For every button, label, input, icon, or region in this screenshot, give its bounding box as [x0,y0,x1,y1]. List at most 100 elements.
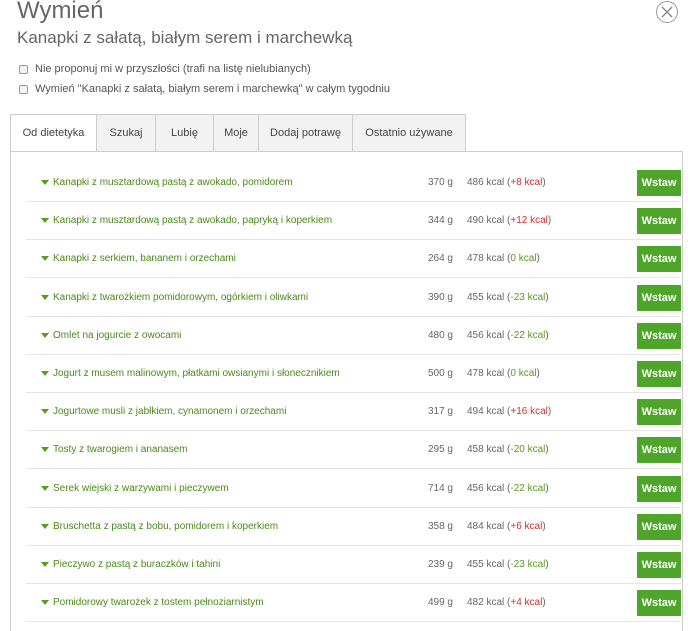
meal-name: Jogurtowe musli z jabłkiem, cynamonem i … [53,406,287,418]
meal-name: Kanapki z serkiem, bananem i orzechami [53,253,236,265]
meal-kcal-value: 478 kcal [467,368,505,379]
option-replace-week-checkbox[interactable] [19,84,28,94]
expand-arrow-icon [41,371,49,376]
list-item: Jogurtowe musli z jabłkiem, cynamonem i … [26,393,681,432]
meal-weight: 239 g [427,559,453,570]
meal-weight: 344 g [427,215,453,227]
meal-name-link[interactable]: Kanapki z musztardową pastą z awokado, p… [41,177,293,188]
insert-button[interactable]: Wstaw [637,284,681,311]
meal-name-link[interactable]: Omlet na jogurcie z owocami [41,330,181,341]
tab-od-dietetyka[interactable]: Od dietetyka [10,114,97,152]
tab-szukaj[interactable]: Szukaj [97,114,156,152]
expand-arrow-icon [41,523,49,529]
meal-name-link[interactable]: Pomidorowy twarożek z tostem pełnoziarni… [41,597,264,608]
meal-kcal: 458 kcal (-20 kcal) [467,444,549,456]
tab-lubie[interactable]: Lubię [156,114,214,152]
list-item: Bruschetta z pastą z bobu, pomidorem i k… [26,508,681,546]
meal-kcal: 455 kcal (-23 kcal) [467,291,549,303]
meal-weight: 370 g [427,177,453,188]
meal-kcal-diff: +6 kcal [510,520,543,532]
expand-arrow-icon [41,562,49,567]
meal-kcal: 456 kcal (-22 kcal) [467,329,549,341]
expand-arrow-icon [41,180,49,185]
meal-kcal-diff: +12 kcal [510,215,548,227]
list-item: Kanapki z twarożkiem pomidorowym, ogórki… [26,279,681,317]
meal-kcal-diff: +16 kcal [510,406,548,418]
expand-arrow-icon [41,218,49,224]
meal-weight: 358 g [427,520,453,532]
meal-weight: 390 g [427,291,453,303]
meal-kcal-value: 455 kcal [467,559,505,570]
tab-bar: Od dietetyka Szukaj Lubię Moje Dodaj pot… [10,114,466,152]
meal-name: Pieczywo z pastą z buraczków i tahini [53,559,221,570]
meal-weight: 500 g [427,368,453,379]
insert-button[interactable]: Wstaw [637,208,681,235]
insert-button[interactable]: Wstaw [637,513,681,540]
option-dont-suggest[interactable]: Nie proponuj mi w przyszłości (trafi na … [19,63,311,75]
meal-name-link[interactable]: Serek wiejski z warzywami i pieczywem [41,483,229,494]
meal-kcal-diff: -23 kcal [510,291,546,303]
expand-arrow-icon [41,409,49,415]
meal-name-link[interactable]: Jogurtowe musli z jabłkiem, cynamonem i … [41,406,286,417]
insert-button[interactable]: Wstaw [637,399,681,426]
results-panel: Kanapki z musztardową pastą z awokado, p… [10,151,683,631]
option-replace-week[interactable]: Wymień "Kanapki z sałatą, białym serem i… [19,83,390,95]
meal-name-link[interactable]: Kanapki z musztardową pastą z awokado, p… [41,215,332,226]
meal-weight: 714 g [427,482,453,494]
expand-arrow-icon [41,600,49,606]
expand-arrow-icon [41,294,49,300]
meal-kcal-diff: -22 kcal [510,329,546,341]
insert-button[interactable]: Wstaw [637,590,681,617]
meal-kcal: 478 kcal (0 kcal) [467,253,540,265]
insert-button[interactable]: Wstaw [637,361,681,387]
insert-button[interactable]: Wstaw [637,170,681,196]
meal-weight: 295 g [427,444,453,456]
insert-button[interactable]: Wstaw [637,475,681,502]
meal-kcal-diff: 0 kcal [510,368,537,379]
meal-kcal: 482 kcal (+4 kcal) [467,597,546,609]
insert-button[interactable]: Wstaw [637,246,681,273]
expand-arrow-icon [41,256,49,262]
insert-button[interactable]: Wstaw [637,437,681,464]
meal-name-link[interactable]: Bruschetta z pastą z bobu, pomidorem i k… [41,521,278,532]
meal-kcal: 455 kcal (-23 kcal) [467,559,549,570]
meal-name-link[interactable]: Pieczywo z pastą z buraczków i tahini [41,559,220,570]
close-icon [661,6,673,18]
meal-kcal: 478 kcal (0 kcal) [467,368,540,379]
meal-kcal-diff: +8 kcal [510,177,543,188]
list-item: Jogurt z musem malinowym, płatkami owsia… [26,355,681,393]
meal-name-link[interactable]: Kanapki z twarożkiem pomidorowym, ogórki… [41,292,308,303]
meal-name-link[interactable]: Tosty z twarogiem i ananasem [41,444,188,455]
expand-arrow-icon [41,447,49,453]
meal-kcal-value: 490 kcal [467,215,505,227]
list-item: Kanapki z musztardową pastą z awokado, p… [26,202,681,241]
meal-kcal-value: 482 kcal [467,597,505,609]
meal-name: Jogurt z musem malinowym, płatkami owsia… [53,368,340,379]
option-dont-suggest-label: Nie proponuj mi w przyszłości (trafi na … [35,63,311,75]
meal-name: Pomidorowy twarożek z tostem pełnoziarni… [53,597,264,609]
meal-kcal-diff: 0 kcal [510,253,537,265]
meal-name-link[interactable]: Kanapki z serkiem, bananem i orzechami [41,253,236,264]
option-dont-suggest-checkbox[interactable] [19,64,28,74]
tab-dodaj-potrawe[interactable]: Dodaj potrawę [259,114,353,152]
list-item: Omlet na jogurcie z owocami 480 g 456 kcal… [26,317,681,355]
meal-name: Tosty z twarogiem i ananasem [53,444,188,456]
expand-arrow-icon [41,332,49,338]
insert-button[interactable]: Wstaw [637,552,681,578]
meal-name-link[interactable]: Jogurt z musem malinowym, płatkami owsia… [41,368,340,379]
tab-moje[interactable]: Moje [214,114,259,152]
meal-kcal: 486 kcal (+8 kcal) [467,177,546,188]
meal-kcal-value: 486 kcal [467,177,505,188]
meal-kcal: 484 kcal (+6 kcal) [467,520,546,532]
tab-ostatnio-uzywane[interactable]: Ostatnio używane [353,114,466,152]
insert-button[interactable]: Wstaw [637,322,681,349]
meal-name: Bruschetta z pastą z bobu, pomidorem i k… [53,520,279,532]
close-button[interactable] [656,1,678,23]
meal-kcal-value: 458 kcal [467,444,505,456]
meal-weight: 317 g [427,406,453,418]
meal-kcal-diff: -20 kcal [510,444,546,456]
meal-weight: 264 g [427,253,453,265]
meal-kcal-value: 455 kcal [467,291,505,303]
meal-kcal-diff: -23 kcal [510,559,546,570]
meal-kcal-value: 456 kcal [467,329,505,341]
